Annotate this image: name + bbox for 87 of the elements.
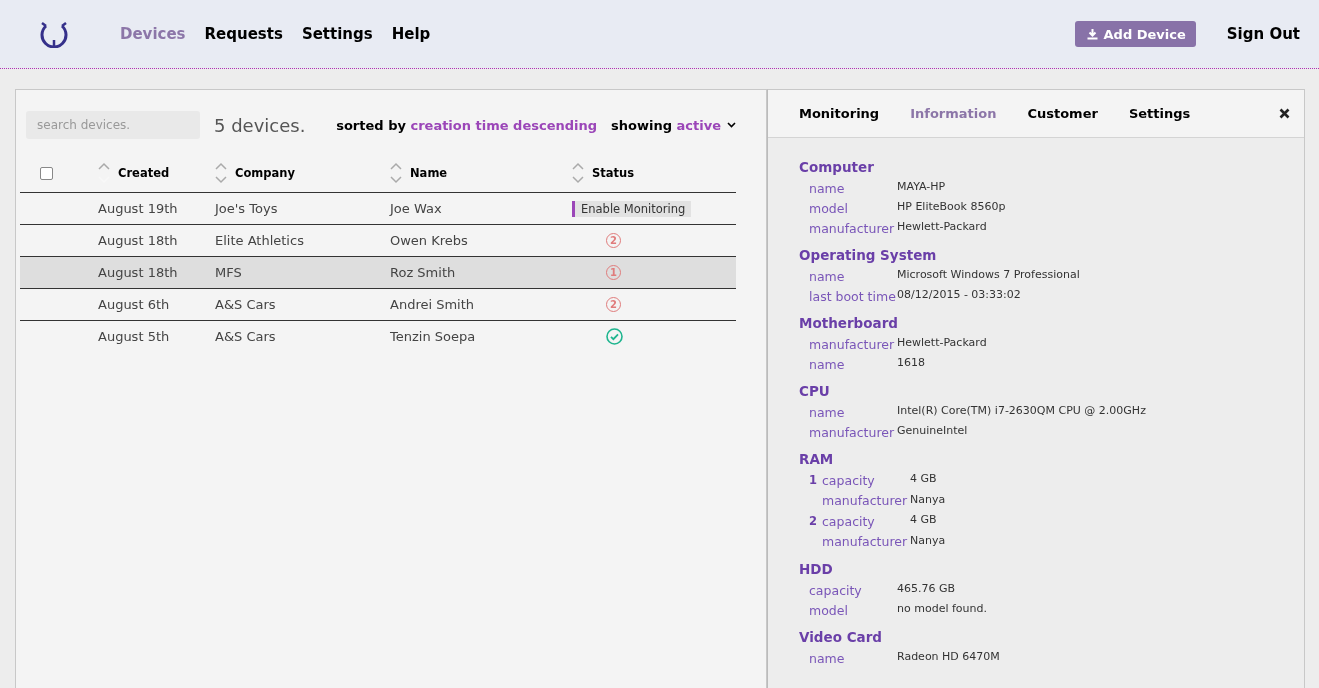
name-cell-text: Joe Wax bbox=[390, 201, 443, 216]
filter-dropdown[interactable]: showing active bbox=[611, 117, 736, 133]
field-label: model bbox=[809, 200, 849, 216]
field-label: manufacturer bbox=[809, 220, 896, 236]
caret-icon bbox=[727, 122, 736, 128]
field-label: last boot time bbox=[809, 288, 897, 304]
field-label: capacity bbox=[822, 513, 876, 529]
field-value: no model found. bbox=[897, 602, 988, 615]
field-value: 4 GB bbox=[910, 472, 938, 486]
enable-monitoring-button[interactable]: Enable Monitoring bbox=[572, 200, 692, 217]
sort-icon[interactable] bbox=[215, 162, 227, 184]
field-label: name bbox=[809, 268, 846, 284]
nav-link[interactable]: Help bbox=[391, 25, 431, 43]
field-label: model bbox=[809, 602, 849, 618]
tab[interactable]: Settings bbox=[1128, 106, 1191, 121]
column-header[interactable]: Name bbox=[410, 166, 448, 180]
created-cell-text: August 5th bbox=[98, 329, 171, 344]
field-value: GenuineIntel bbox=[897, 424, 969, 437]
module-index: 2 bbox=[809, 514, 818, 529]
field-label: manufacturer bbox=[822, 534, 909, 550]
created-cell-text: August 18th bbox=[98, 233, 179, 248]
section-title: RAM bbox=[799, 451, 835, 467]
field-value: Hewlett-Packard bbox=[897, 336, 988, 349]
check-circle-icon bbox=[606, 328, 623, 345]
created-cell-text: August 18th bbox=[98, 265, 179, 280]
company-cell-text: A&S Cars bbox=[215, 329, 277, 344]
nav-link[interactable]: Requests bbox=[204, 25, 283, 43]
company-cell-text: Elite Athletics bbox=[215, 233, 305, 248]
field-label: name bbox=[809, 404, 846, 420]
column-header[interactable]: Company bbox=[235, 166, 295, 180]
module-index: 1 bbox=[809, 473, 818, 488]
section-title: Computer bbox=[799, 159, 875, 175]
tab[interactable]: Customer bbox=[1027, 106, 1098, 121]
sort-icon[interactable] bbox=[572, 162, 584, 184]
field-value: 465.76 GB bbox=[897, 582, 957, 595]
device-row[interactable]: August 5th A&S Cars Tenzin Soepa bbox=[20, 321, 736, 352]
section-title: CPU bbox=[799, 383, 831, 399]
device-row[interactable]: August 6th A&S Cars Andrei Smith 2 bbox=[20, 289, 736, 321]
sort-text: sorted by creation time descending bbox=[336, 117, 598, 133]
section-title: Operating System bbox=[799, 247, 938, 263]
field-label: name bbox=[809, 180, 846, 196]
device-row[interactable]: August 19th Joe's Toys Joe Wax Enable Monitoring bbox=[20, 193, 736, 225]
select-all-checkbox[interactable] bbox=[40, 166, 53, 180]
name-cell-text: Owen Krebs bbox=[390, 233, 469, 248]
name-cell-text: Roz Smith bbox=[390, 265, 457, 280]
search-field[interactable]: search devices. bbox=[26, 111, 200, 139]
field-label: manufacturer bbox=[809, 424, 896, 440]
field-value: 4 GB bbox=[910, 513, 938, 527]
created-cell-text: August 6th bbox=[98, 297, 171, 312]
field-value: Nanya bbox=[910, 533, 947, 547]
field-label: manufacturer bbox=[809, 336, 896, 352]
field-value: Radeon HD 6470M bbox=[897, 650, 1001, 663]
nav-link[interactable]: Settings bbox=[301, 25, 373, 43]
device-count: 5 devices. bbox=[213, 114, 307, 136]
logo-icon bbox=[38, 20, 70, 48]
name-cell-text: Andrei Smith bbox=[390, 297, 476, 312]
column-header[interactable]: Created bbox=[118, 166, 170, 180]
field-value: MAYA-HP bbox=[897, 180, 947, 193]
field-value: HP EliteBook 8560p bbox=[897, 200, 1007, 213]
section-title: Motherboard bbox=[799, 315, 899, 331]
field-label: manufacturer bbox=[822, 493, 909, 509]
field-label: name bbox=[809, 356, 846, 372]
sort-icon[interactable] bbox=[390, 162, 402, 184]
field-label: name bbox=[809, 650, 846, 666]
company-cell-text: Joe's Toys bbox=[215, 201, 279, 216]
field-value: 1618 bbox=[897, 356, 926, 369]
close-icon[interactable] bbox=[1279, 108, 1290, 119]
tab[interactable]: Information bbox=[910, 106, 997, 121]
download-icon bbox=[1086, 29, 1098, 40]
section-title: Video Card bbox=[799, 629, 883, 645]
tab[interactable]: Monitoring bbox=[799, 106, 880, 121]
name-cell-text: Tenzin Soepa bbox=[390, 329, 477, 344]
field-value: Microsoft Windows 7 Professional bbox=[897, 268, 1081, 281]
company-cell-text: MFS bbox=[215, 265, 243, 280]
field-label: capacity bbox=[809, 582, 863, 598]
device-row[interactable]: August 18th MFS Roz Smith 1 bbox=[20, 257, 736, 289]
column-header[interactable]: Status bbox=[592, 166, 635, 180]
add-device-button[interactable]: Add Device bbox=[1074, 21, 1196, 47]
field-value: Hewlett-Packard bbox=[897, 220, 988, 233]
created-cell-text: August 19th bbox=[98, 201, 179, 216]
sign-out-link[interactable]: Sign Out bbox=[1226, 25, 1300, 43]
field-value: Nanya bbox=[910, 492, 947, 506]
field-value: 08/12/2015 - 03:33:02 bbox=[897, 288, 1022, 301]
company-cell-text: A&S Cars bbox=[215, 297, 277, 312]
field-label: capacity bbox=[822, 472, 876, 488]
field-value: Intel(R) Core(TM) i7-2630QM CPU @ 2.00GHz bbox=[897, 404, 1147, 417]
section-title: HDD bbox=[799, 561, 834, 577]
